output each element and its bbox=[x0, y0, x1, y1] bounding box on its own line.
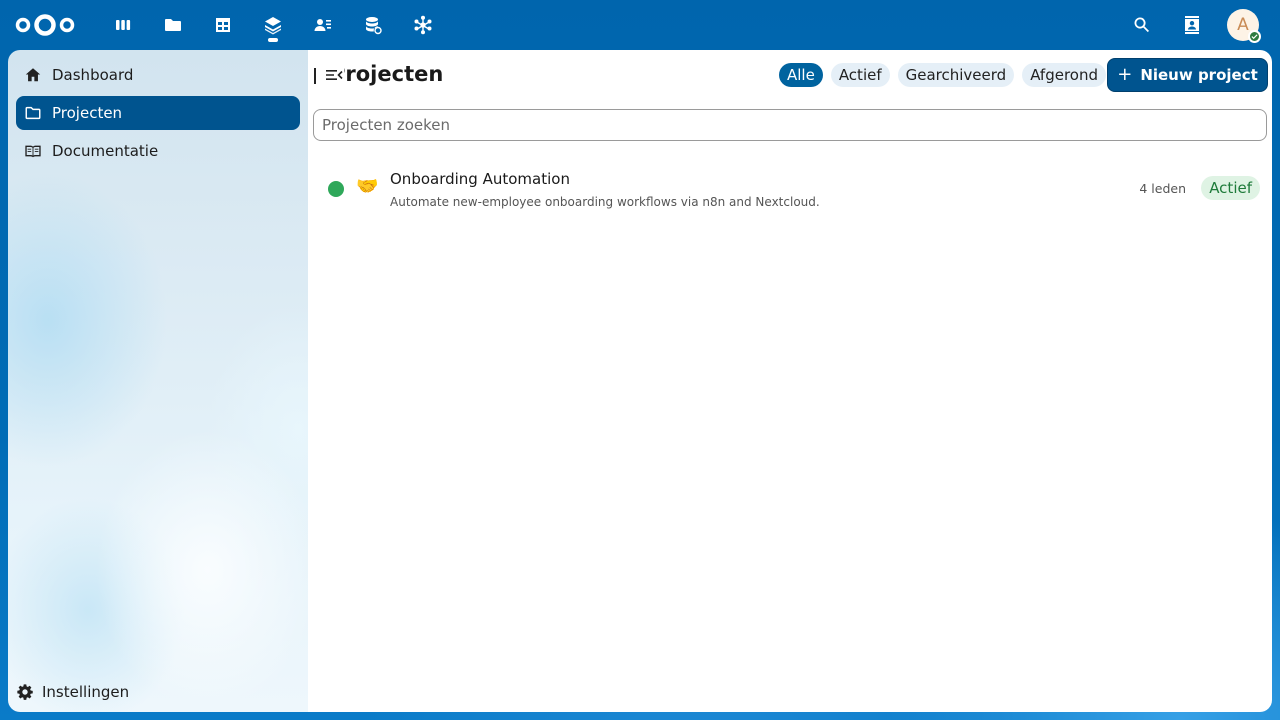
folder-icon bbox=[165, 19, 181, 31]
book-icon bbox=[25, 145, 41, 158]
project-status-dot bbox=[328, 181, 344, 197]
new-project-button[interactable]: + Nieuw project bbox=[1107, 58, 1268, 92]
app-navigation: Dashboard Projecten Documentatie Instell… bbox=[8, 50, 308, 712]
user-avatar[interactable]: A bbox=[1227, 9, 1261, 43]
folder-outline-icon bbox=[25, 106, 41, 120]
settings-label: Instellingen bbox=[42, 683, 130, 701]
menu-collapse-icon bbox=[326, 70, 343, 80]
new-project-label: Nieuw project bbox=[1140, 66, 1258, 84]
app-files[interactable] bbox=[148, 0, 198, 50]
project-name: Onboarding Automation bbox=[390, 170, 570, 188]
project-member-count: 4 leden bbox=[1139, 181, 1186, 196]
settings-button[interactable]: Instellingen bbox=[16, 680, 129, 704]
project-description: Automate new-employee onboarding workflo… bbox=[390, 195, 820, 209]
sidebar-item-projecten[interactable]: Projecten bbox=[16, 96, 300, 130]
contacts-menu-button[interactable] bbox=[1167, 0, 1217, 50]
handshake-icon: 🤝 bbox=[356, 176, 379, 197]
network-icon bbox=[414, 15, 432, 35]
filter-alle[interactable]: Alle bbox=[778, 63, 823, 87]
avatar-initial: A bbox=[1237, 15, 1249, 35]
navigation-toggle-button[interactable] bbox=[324, 65, 344, 85]
plus-icon: + bbox=[1117, 64, 1133, 85]
project-status-badge: Actief bbox=[1201, 176, 1260, 200]
layers-icon bbox=[265, 17, 281, 35]
sidebar-item-label: Dashboard bbox=[52, 66, 134, 84]
sidebar-item-label: Documentatie bbox=[52, 142, 159, 160]
contacts-icon bbox=[314, 19, 331, 31]
app-tables[interactable] bbox=[198, 0, 248, 50]
nextcloud-logo[interactable] bbox=[14, 12, 76, 38]
sidebar-item-label: Projecten bbox=[52, 104, 123, 122]
navigation-toggle-edge bbox=[314, 68, 316, 84]
filter-afgerond[interactable]: Afgerond bbox=[1022, 63, 1106, 87]
header-actions: A bbox=[1117, 0, 1280, 50]
unified-search-button[interactable] bbox=[1117, 0, 1167, 50]
table-icon bbox=[216, 18, 230, 32]
app-contacts[interactable] bbox=[298, 0, 348, 50]
app-projects[interactable] bbox=[248, 0, 298, 50]
app-storage[interactable] bbox=[348, 0, 398, 50]
contacts-book-icon bbox=[1185, 16, 1199, 34]
status-filter-group: Alle Actief Gearchiveerd Afgerond bbox=[778, 63, 1106, 87]
filter-actief[interactable]: Actief bbox=[830, 63, 890, 87]
project-search-input[interactable] bbox=[313, 109, 1267, 141]
app-menu bbox=[98, 0, 448, 50]
app-flow[interactable] bbox=[398, 0, 448, 50]
sidebar-item-dashboard[interactable]: Dashboard bbox=[16, 58, 300, 92]
main-content: Projecten Alle Actief Gearchiveerd Afger… bbox=[308, 50, 1272, 712]
sidebar-item-documentatie[interactable]: Documentatie bbox=[16, 134, 300, 168]
app-deck[interactable] bbox=[98, 0, 148, 50]
gear-icon bbox=[17, 684, 33, 700]
home-icon bbox=[25, 68, 41, 82]
search-icon bbox=[1134, 17, 1149, 33]
online-status-icon bbox=[1248, 30, 1261, 43]
project-list-item[interactable]: 🤝 Onboarding Automation Automate new-emp… bbox=[318, 160, 1262, 216]
filter-gearchiveerd[interactable]: Gearchiveerd bbox=[897, 63, 1015, 87]
nextcloud-logo-icon bbox=[15, 14, 75, 36]
page-title: Projecten bbox=[344, 62, 444, 86]
database-icon bbox=[366, 17, 382, 35]
top-bar: A bbox=[0, 0, 1280, 50]
deck-icon bbox=[116, 20, 131, 30]
